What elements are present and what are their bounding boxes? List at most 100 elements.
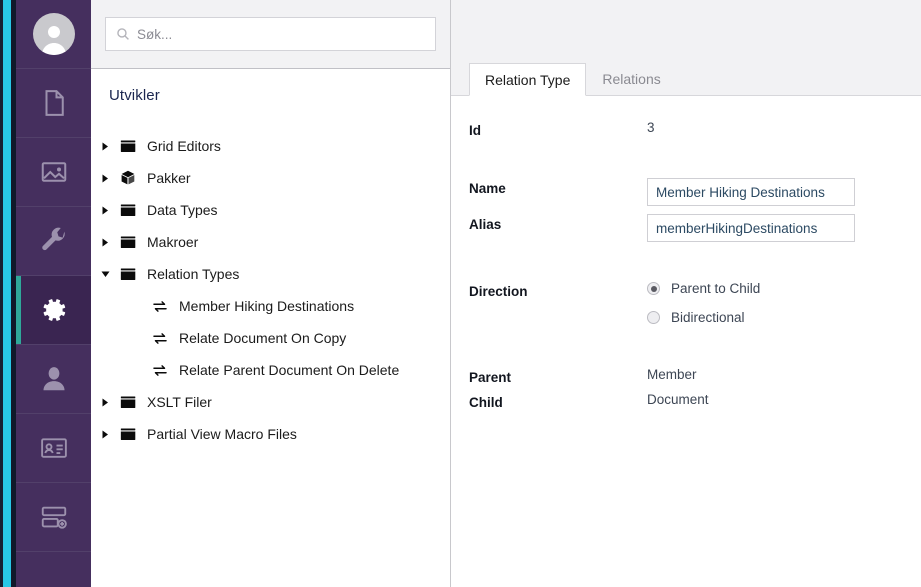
sidebar-item-forms[interactable] [16, 483, 91, 552]
folder-icon [117, 425, 139, 443]
radio-parent-to-child-control[interactable] [647, 282, 660, 295]
tree-node-label: Relation Types [147, 266, 240, 282]
search-icon [117, 28, 129, 40]
chevron-right-icon[interactable] [97, 398, 113, 407]
tree-node-label: Makroer [147, 234, 199, 250]
sidebar-item-content[interactable] [16, 69, 91, 138]
sidebar-item-media[interactable] [16, 138, 91, 207]
tree-node[interactable]: Relate Parent Document On Delete [91, 354, 450, 386]
tree-node[interactable]: Grid Editors [91, 130, 450, 162]
tree-body: Utvikler Grid Editors Pakker Data Types Mak… [91, 69, 450, 587]
document-icon [45, 90, 64, 116]
tree-node[interactable]: Member Hiking Destinations [91, 290, 450, 322]
direction-radio-group: Parent to Child Bidirectional [647, 281, 760, 325]
media-image-icon [41, 162, 66, 182]
radio-bidirectional-label: Bidirectional [671, 310, 745, 325]
package-icon [117, 169, 139, 187]
name-label: Name [469, 181, 506, 196]
child-value: Document [647, 392, 709, 407]
tree-panel: Utvikler Grid Editors Pakker Data Types Mak… [91, 0, 451, 587]
sidebar-item-developer[interactable] [16, 276, 91, 345]
tab-relations-label: Relations [602, 70, 661, 87]
wrench-icon [41, 227, 65, 251]
folder-icon [117, 137, 139, 155]
folder-icon [117, 265, 139, 283]
user-avatar-icon [41, 26, 66, 55]
sidebar-item-settings[interactable] [16, 207, 91, 276]
folder-icon [117, 233, 139, 251]
tab-relation-type-label: Relation Type [485, 71, 571, 88]
tree-node-list: Grid Editors Pakker Data Types Makroer Relat… [91, 130, 450, 450]
detail-form: Id 3 Name Alias Direction Parent to [451, 96, 921, 587]
chevron-right-icon[interactable] [97, 430, 113, 439]
folder-icon [117, 393, 139, 411]
tree-node[interactable]: XSLT Filer [91, 386, 450, 418]
parent-value: Member [647, 367, 697, 382]
user-avatar-button[interactable] [16, 0, 91, 69]
tree-node-label: Relate Document On Copy [179, 330, 347, 346]
tree-node[interactable]: Pakker [91, 162, 450, 194]
alias-label: Alias [469, 217, 502, 232]
tree-title: Utvikler [109, 87, 160, 104]
exchange-arrows-icon [149, 329, 171, 347]
direction-label: Direction [469, 284, 528, 299]
parent-label: Parent [469, 370, 512, 385]
field-row-name: Name [469, 178, 921, 206]
edge-stripe-cyan [3, 0, 11, 587]
detail-panel: Relation Type Relations Id 3 Name Alias [451, 0, 921, 587]
exchange-arrows-icon [149, 361, 171, 379]
tree-node[interactable]: Relate Document On Copy [91, 322, 450, 354]
tree-node-label: Data Types [147, 202, 218, 218]
chevron-right-icon[interactable] [97, 142, 113, 151]
user-icon [43, 367, 64, 391]
avatar [32, 13, 75, 55]
tree-node-label: Member Hiking Destinations [179, 298, 355, 314]
radio-bidirectional[interactable]: Bidirectional [647, 310, 760, 325]
radio-bidirectional-control[interactable] [647, 311, 660, 324]
tree-node[interactable]: Partial View Macro Files [91, 418, 450, 450]
tab-relations[interactable]: Relations [586, 62, 676, 95]
radio-parent-to-child[interactable]: Parent to Child [647, 281, 760, 296]
field-row-alias: Alias [469, 214, 921, 242]
field-row-direction: Direction Parent to Child Bidirectional [469, 281, 921, 325]
field-row-parent: Parent Member [469, 367, 921, 385]
forms-icon [41, 506, 67, 529]
chevron-right-icon[interactable] [97, 206, 113, 215]
tab-relation-type[interactable]: Relation Type [469, 63, 587, 96]
tree-node[interactable]: Makroer [91, 226, 450, 258]
app-root: Utvikler Grid Editors Pakker Data Types Mak… [0, 0, 921, 587]
active-accent-bar [16, 276, 21, 344]
tree-header [91, 0, 450, 69]
sidebar-item-users[interactable] [16, 345, 91, 414]
field-row-id: Id 3 [469, 120, 921, 138]
exchange-arrows-icon [149, 297, 171, 315]
chevron-down-icon[interactable] [97, 270, 113, 279]
id-card-icon [40, 438, 67, 458]
id-label: Id [469, 123, 481, 138]
field-row-child: Child Document [469, 392, 921, 410]
tree-node[interactable]: Data Types [91, 194, 450, 226]
tree-node-label: Grid Editors [147, 138, 221, 154]
name-input[interactable] [647, 178, 855, 206]
folder-icon [117, 201, 139, 219]
gear-icon [43, 299, 65, 321]
chevron-right-icon[interactable] [97, 238, 113, 247]
tab-bar: Relation Type Relations [451, 0, 921, 96]
search-box[interactable] [105, 17, 436, 51]
search-input[interactable] [137, 26, 425, 42]
chevron-right-icon[interactable] [97, 174, 113, 183]
id-value: 3 [647, 120, 655, 135]
tree-node-label: Partial View Macro Files [147, 426, 297, 442]
sidebar-item-members[interactable] [16, 414, 91, 483]
tree-node[interactable]: Relation Types [91, 258, 450, 290]
tree-node-label: Pakker [147, 170, 191, 186]
alias-input[interactable] [647, 214, 855, 242]
child-label: Child [469, 395, 503, 410]
main-nav-rail [16, 0, 91, 587]
radio-parent-to-child-label: Parent to Child [671, 281, 761, 296]
